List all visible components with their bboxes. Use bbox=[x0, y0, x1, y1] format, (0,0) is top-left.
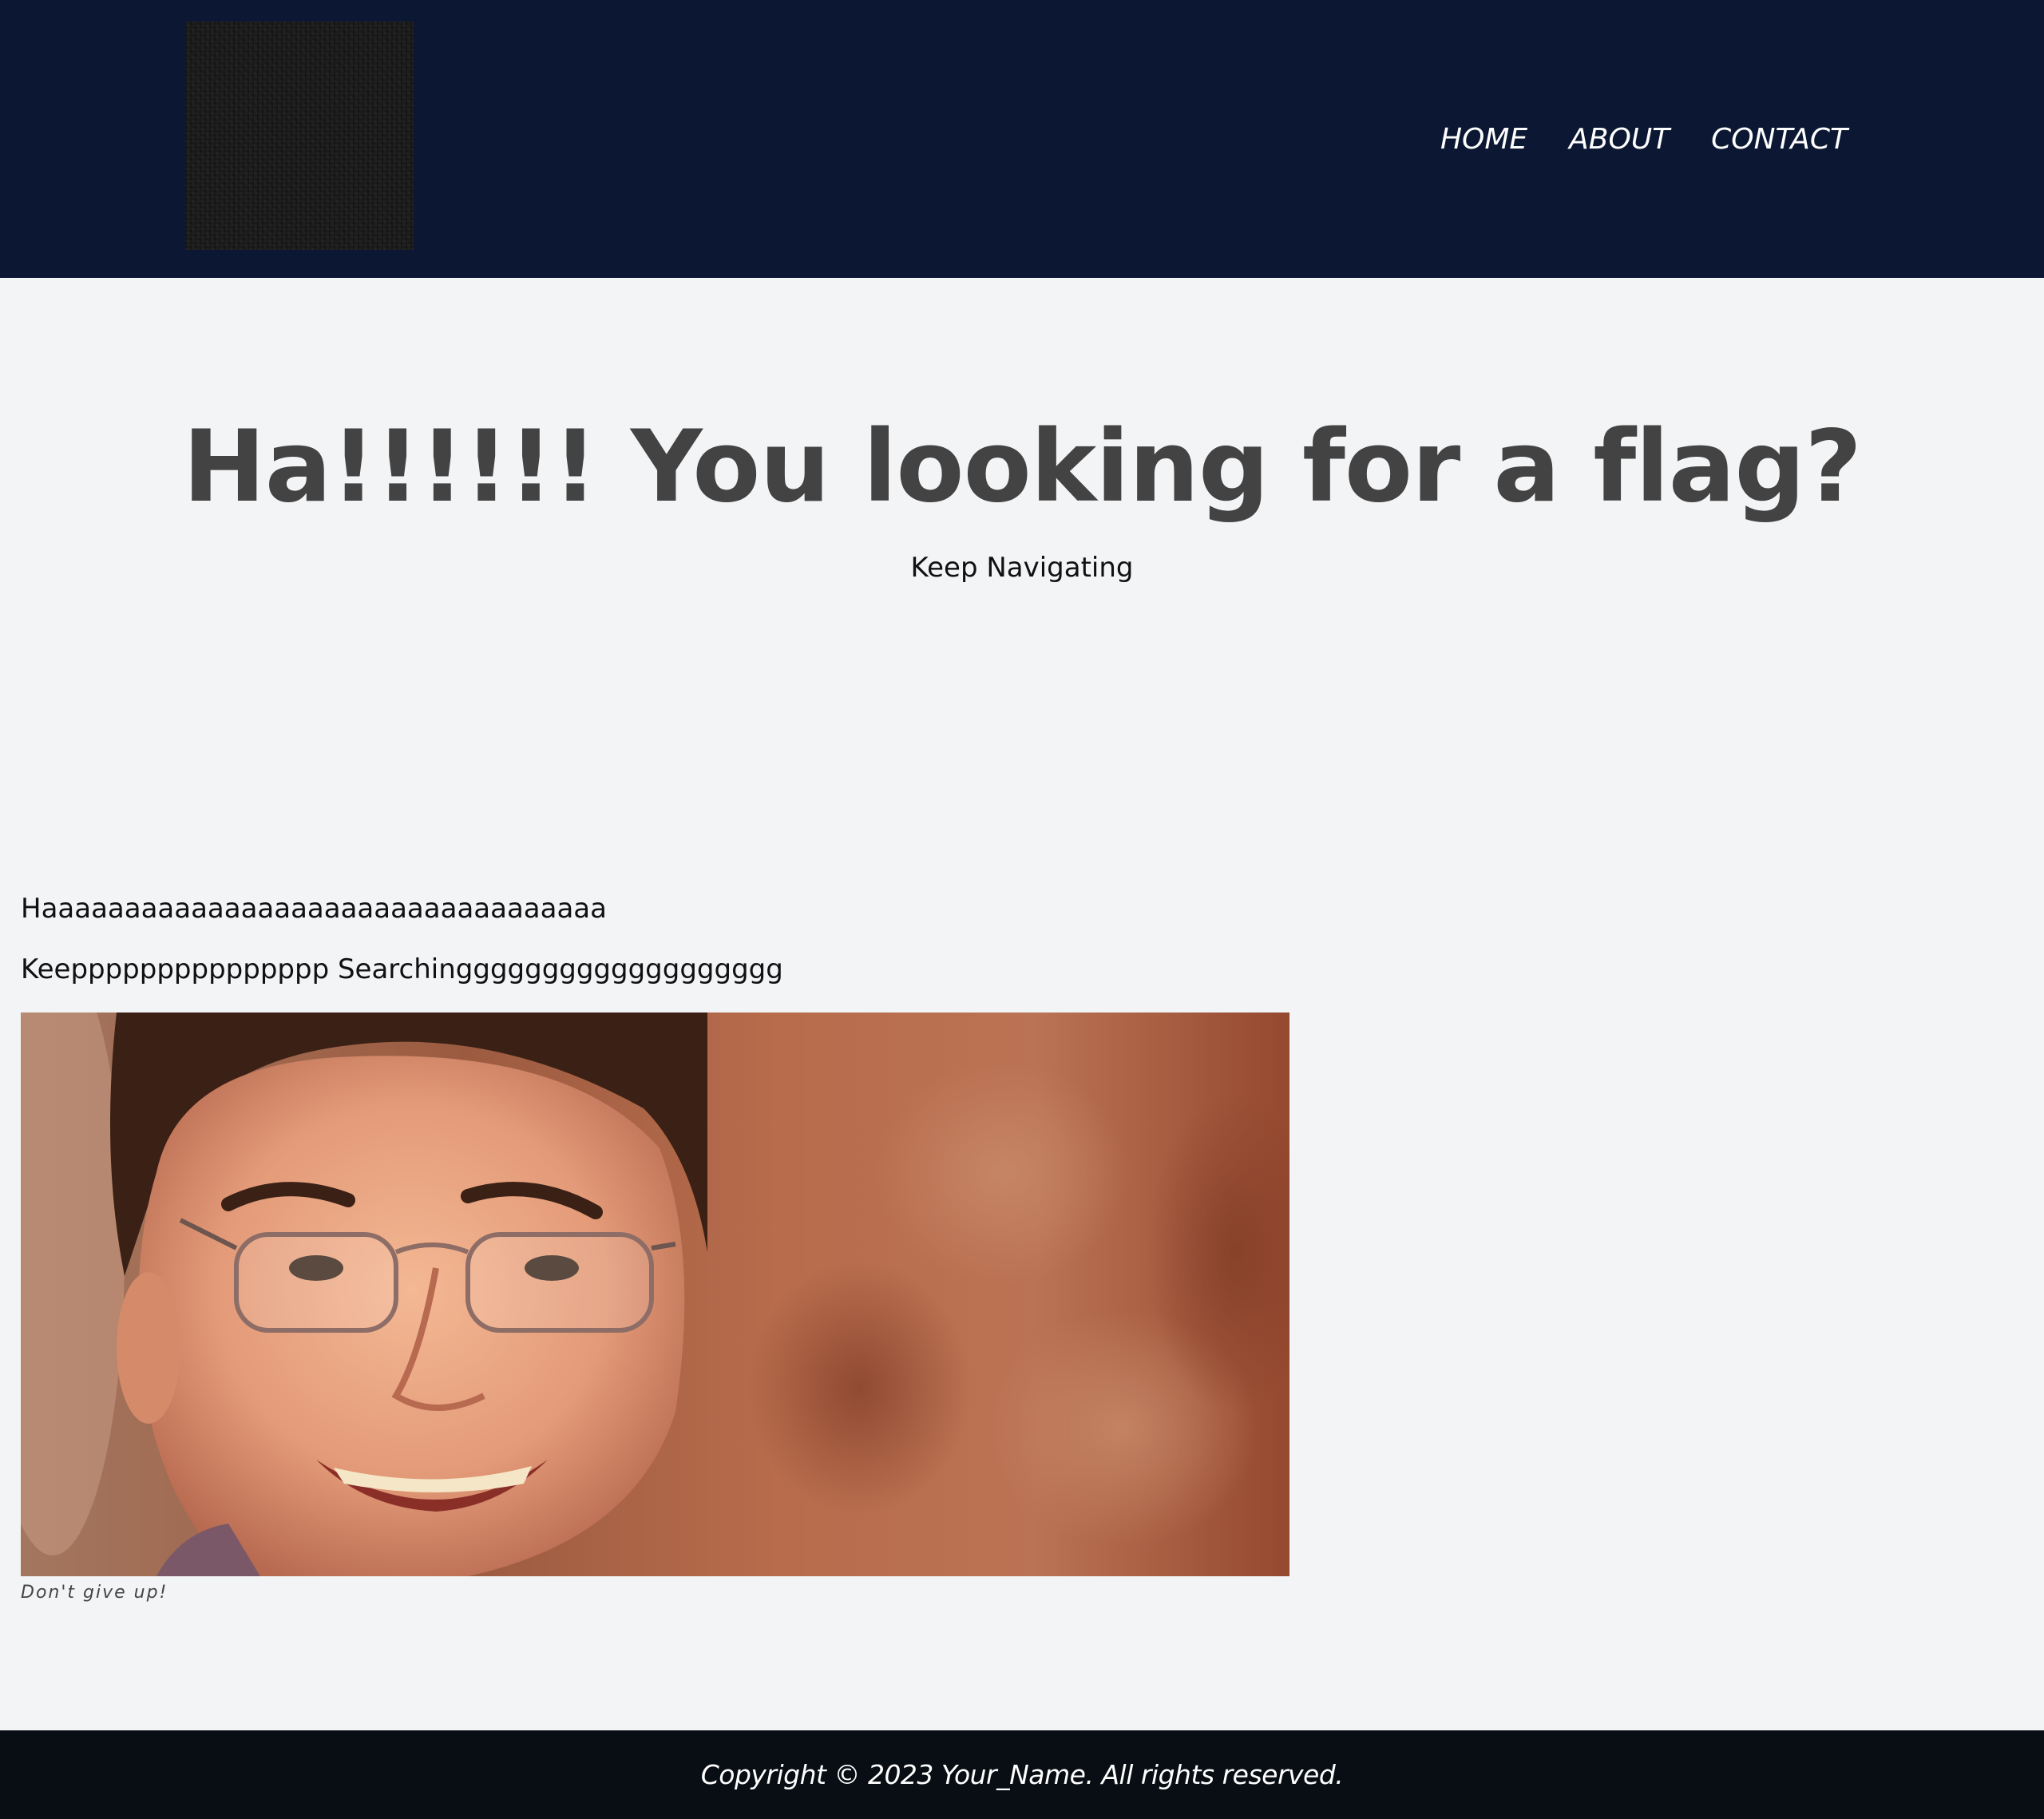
smiling-man-photo bbox=[21, 1013, 1289, 1576]
copyright-text: Copyright © 2023 Your_Name. All rights r… bbox=[700, 1759, 1344, 1790]
content-paragraph-2: Keeppppppppppppppp Searchinggggggggggggg… bbox=[21, 953, 783, 985]
main-nav: HOME ABOUT CONTACT bbox=[1399, 118, 1848, 161]
nav-link-home[interactable]: HOME bbox=[1440, 118, 1527, 161]
content-paragraph-1: Haaaaaaaaaaaaaaaaaaaaaaaaaaaaaaaaaa bbox=[21, 893, 607, 925]
site-header: HOME ABOUT CONTACT bbox=[0, 0, 2044, 278]
image-caption: Don't give up! bbox=[21, 1583, 168, 1603]
page-title: Ha!!!!!! You looking for a flag? bbox=[182, 410, 1862, 525]
site-footer: Copyright © 2023 Your_Name. All rights r… bbox=[0, 1730, 2044, 1819]
logo[interactable] bbox=[185, 22, 414, 250]
nav-link-contact[interactable]: CONTACT bbox=[1711, 118, 1848, 161]
nav-link-about[interactable]: ABOUT bbox=[1569, 118, 1670, 161]
page-subtitle: Keep Navigating bbox=[910, 552, 1134, 584]
